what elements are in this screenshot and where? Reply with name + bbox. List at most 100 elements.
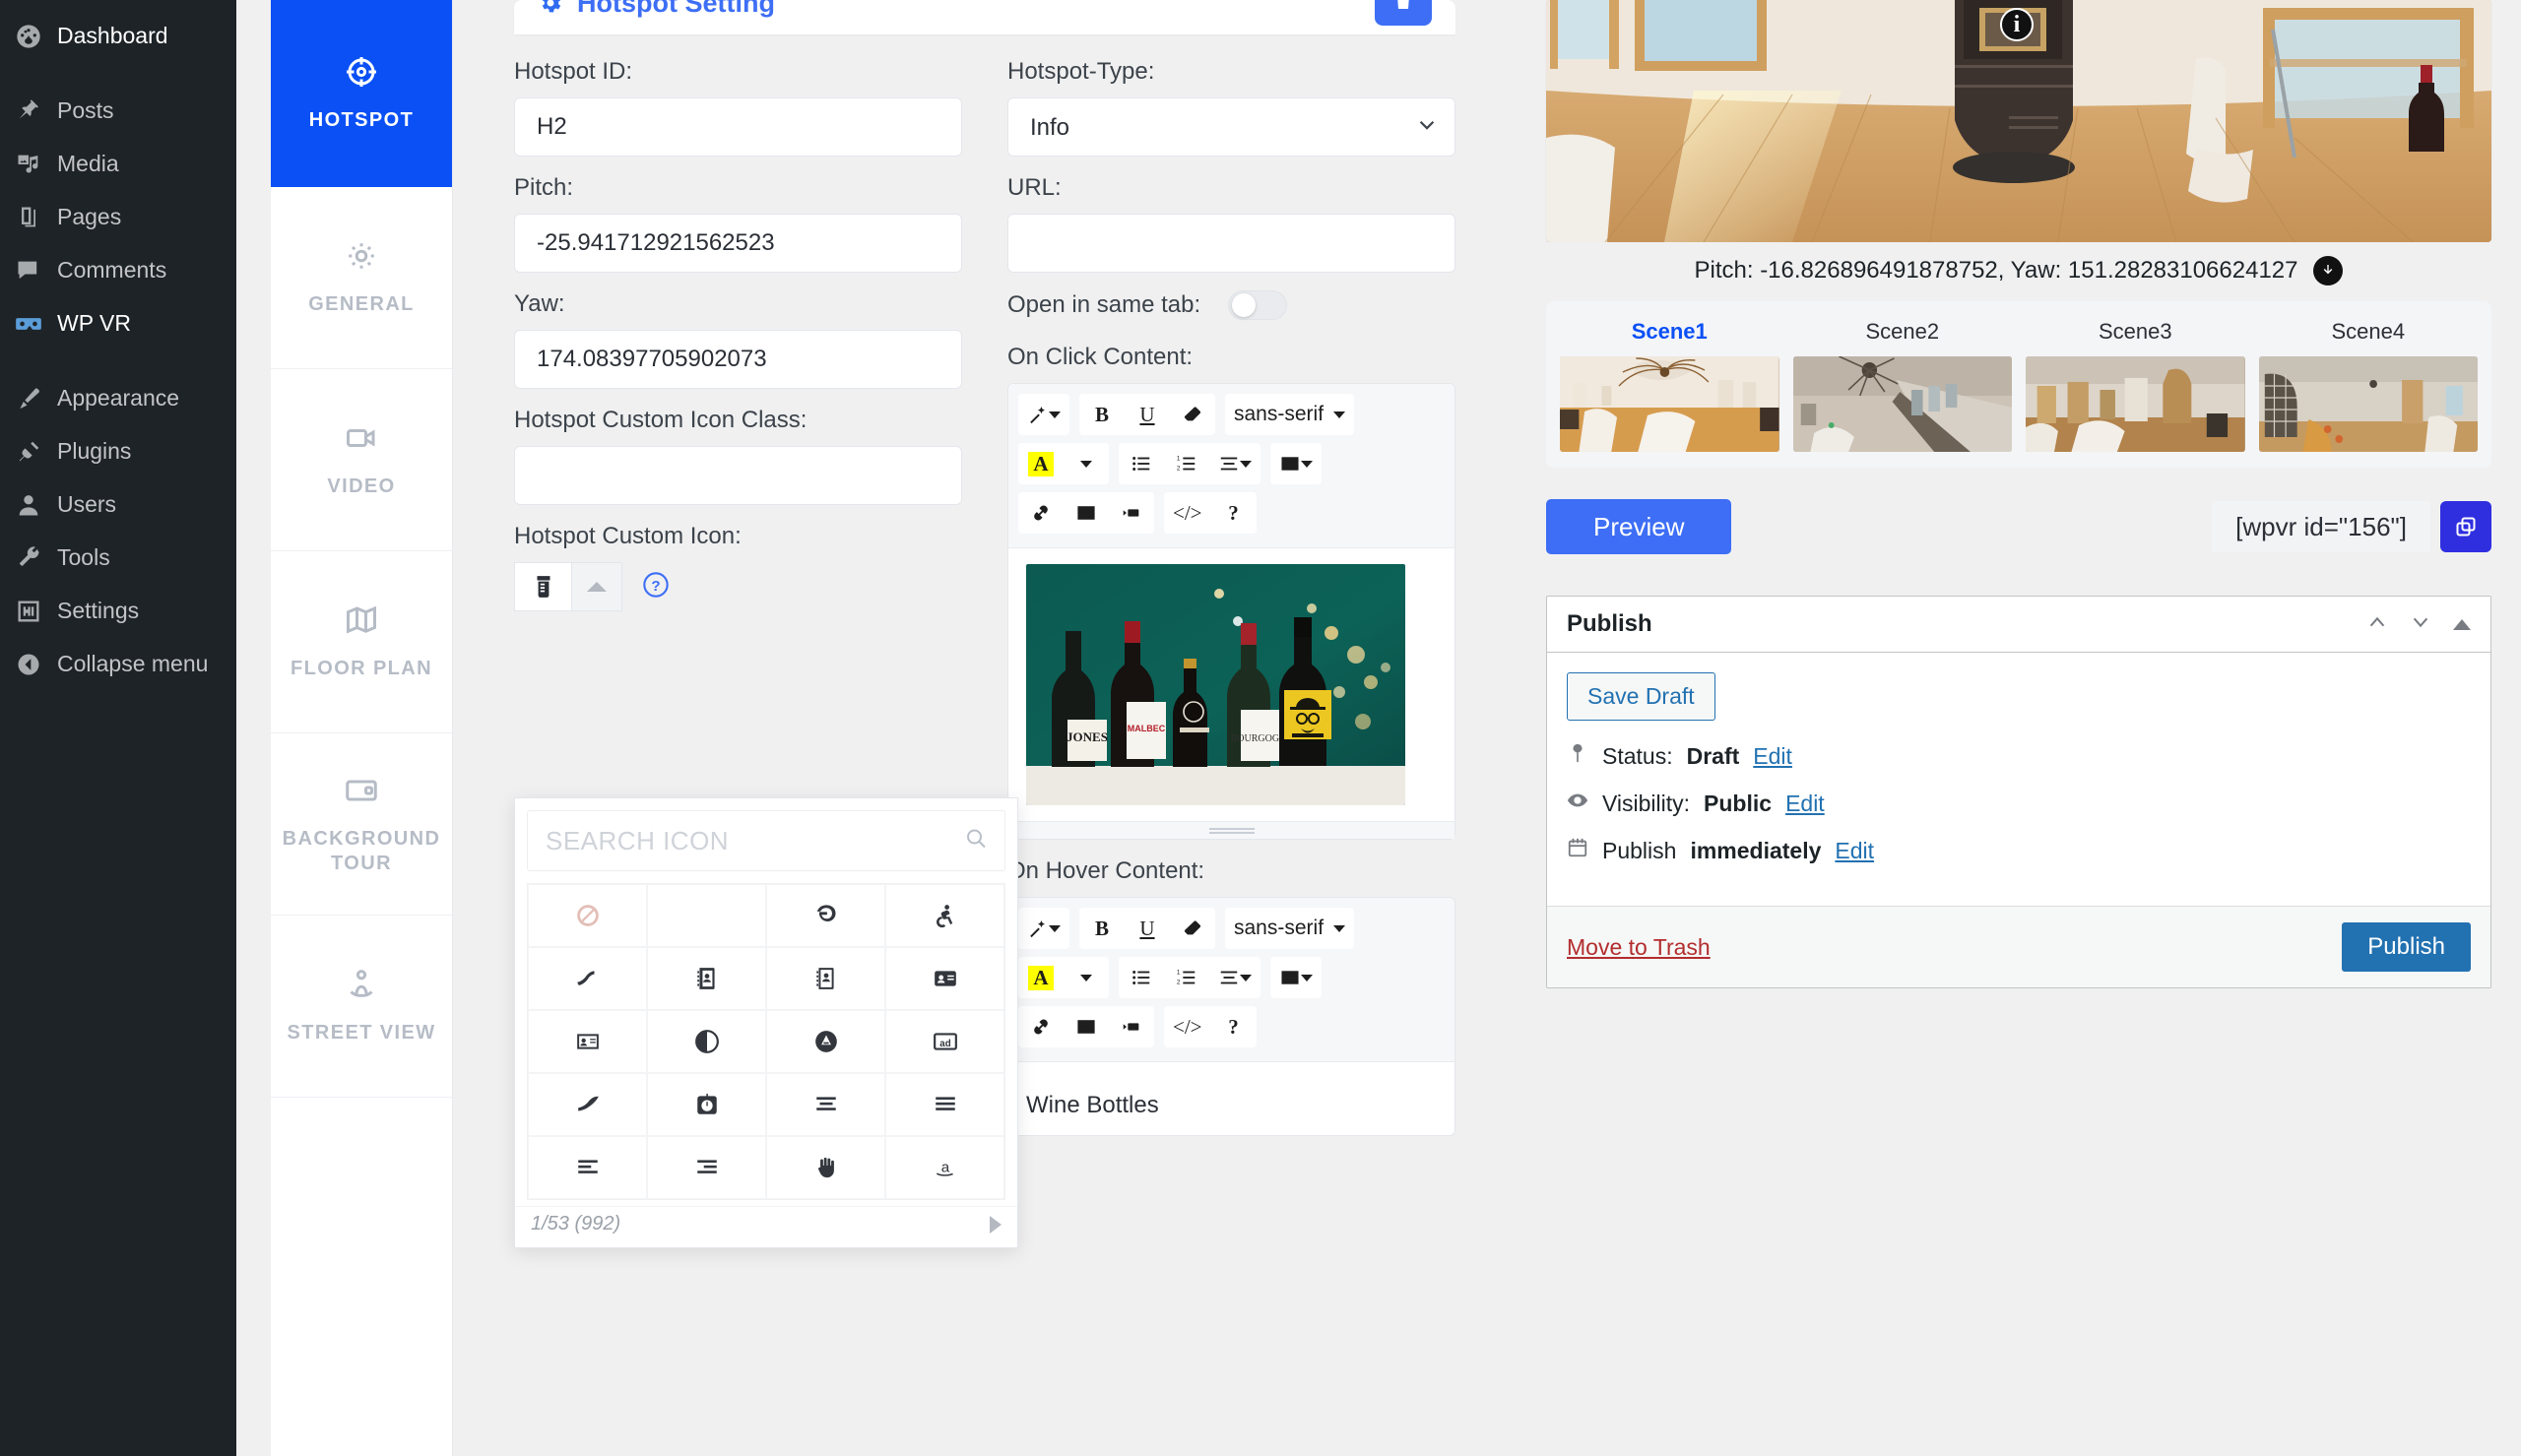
- yaw-input[interactable]: [514, 330, 962, 389]
- icon-cell-accusoft[interactable]: [528, 947, 647, 1010]
- tab-general[interactable]: GENERAL: [271, 187, 452, 369]
- scene-item-2[interactable]: Scene2: [1792, 319, 2012, 452]
- video-icon[interactable]: [1109, 1006, 1154, 1047]
- sidebar-item-collapse-menu[interactable]: Collapse menu: [0, 638, 236, 691]
- custom-icon-class-input[interactable]: [514, 446, 962, 505]
- preview-button[interactable]: Preview: [1546, 499, 1732, 554]
- selected-icon-button[interactable]: [514, 562, 571, 611]
- icon-cell-ban[interactable]: [528, 884, 647, 947]
- icon-cell-blank[interactable]: [647, 884, 766, 947]
- sidebar-item-settings[interactable]: Settings: [0, 585, 236, 638]
- move-to-trash-link[interactable]: Move to Trash: [1567, 934, 1711, 961]
- tab-street-view[interactable]: STREET VIEW: [271, 916, 452, 1098]
- align-icon[interactable]: [1209, 443, 1260, 484]
- bullet-list-icon[interactable]: [1119, 443, 1164, 484]
- eraser-icon[interactable]: [1170, 394, 1215, 435]
- save-draft-button[interactable]: Save Draft: [1567, 672, 1715, 721]
- scene-thumbnail[interactable]: [2258, 356, 2478, 452]
- table-icon[interactable]: [1270, 957, 1322, 998]
- numbered-list-icon[interactable]: 12: [1164, 443, 1209, 484]
- icon-cell-address-book-outline[interactable]: [766, 947, 885, 1010]
- sidebar-item-pages[interactable]: Pages: [0, 191, 236, 244]
- on-click-editor-resize-handle[interactable]: [1008, 821, 1454, 839]
- icon-search-input[interactable]: [527, 810, 1005, 871]
- icon-cell-align-right[interactable]: [647, 1136, 766, 1199]
- icon-cell-amazon[interactable]: a: [885, 1136, 1004, 1199]
- link-icon[interactable]: [1018, 492, 1064, 534]
- numbered-list-icon[interactable]: 12: [1164, 957, 1209, 998]
- scene-item-1[interactable]: Scene1: [1560, 319, 1779, 452]
- text-color-dropdown[interactable]: [1064, 443, 1109, 484]
- icon-cell-align-left[interactable]: [528, 1136, 647, 1199]
- icon-cell-adjust[interactable]: [647, 1010, 766, 1073]
- icon-picker-toggle[interactable]: [571, 562, 622, 611]
- url-input[interactable]: [1007, 214, 1455, 273]
- sidebar-item-plugins[interactable]: Plugins: [0, 425, 236, 478]
- image-icon[interactable]: [1064, 492, 1109, 534]
- help-button[interactable]: ?: [1210, 492, 1257, 534]
- scene-item-3[interactable]: Scene3: [2026, 319, 2245, 452]
- text-color-dropdown[interactable]: [1064, 957, 1109, 998]
- image-icon[interactable]: [1064, 1006, 1109, 1047]
- text-color-button[interactable]: A: [1018, 957, 1064, 998]
- bullet-list-icon[interactable]: [1119, 957, 1164, 998]
- scene-thumbnail[interactable]: [2026, 356, 2245, 452]
- bold-button[interactable]: B: [1079, 394, 1125, 435]
- sidebar-item-tools[interactable]: Tools: [0, 532, 236, 585]
- on-click-content-body[interactable]: JONES MALBEC BOURGOGNE: [1008, 548, 1454, 821]
- align-icon[interactable]: [1209, 957, 1260, 998]
- icon-cell-accessible[interactable]: [885, 884, 1004, 947]
- tab-hotspot[interactable]: HOTSPOT: [271, 0, 452, 187]
- scene-thumbnail[interactable]: [1560, 356, 1779, 452]
- panorama-viewer[interactable]: i: [1546, 0, 2491, 242]
- font-family-select[interactable]: sans-serif: [1225, 394, 1355, 435]
- sidebar-item-media[interactable]: Media: [0, 138, 236, 191]
- sidebar-item-appearance[interactable]: Appearance: [0, 372, 236, 425]
- font-family-select[interactable]: sans-serif: [1225, 908, 1355, 949]
- hotspot-type-select[interactable]: Info: [1007, 97, 1455, 157]
- copy-shortcode-button[interactable]: [2440, 501, 2491, 552]
- tab-floor-plan[interactable]: FLOOR PLAN: [271, 551, 452, 733]
- icon-cell-allergies[interactable]: [766, 1136, 885, 1199]
- icon-cell-align-justify[interactable]: [885, 1073, 1004, 1136]
- icon-cell-alarm-clock[interactable]: [647, 1073, 766, 1136]
- icon-cell-address-book[interactable]: [647, 947, 766, 1010]
- table-icon[interactable]: [1270, 443, 1322, 484]
- underline-button[interactable]: U: [1125, 908, 1170, 949]
- sidebar-item-dashboard[interactable]: Dashboard: [0, 10, 236, 63]
- info-marker-icon[interactable]: i: [2000, 8, 2034, 41]
- icon-cell-address-card[interactable]: [885, 947, 1004, 1010]
- delete-hotspot-button[interactable]: [1375, 0, 1432, 26]
- scene-thumbnail[interactable]: [1792, 356, 2012, 452]
- code-button[interactable]: </>: [1164, 1006, 1211, 1047]
- icon-cell-500px[interactable]: [766, 884, 885, 947]
- download-icon[interactable]: [2313, 256, 2344, 285]
- scene-item-4[interactable]: Scene4: [2258, 319, 2478, 452]
- icon-cell-address-card-outline[interactable]: [528, 1010, 647, 1073]
- hotspot-id-input[interactable]: [514, 97, 962, 157]
- publish-edit-link[interactable]: Edit: [1835, 838, 1874, 864]
- icon-cell-adversal[interactable]: [766, 1010, 885, 1073]
- on-hover-content-body[interactable]: Wine Bottles: [1008, 1062, 1454, 1135]
- text-color-button[interactable]: A: [1018, 443, 1064, 484]
- sidebar-item-comments[interactable]: Comments: [0, 244, 236, 297]
- visibility-edit-link[interactable]: Edit: [1785, 791, 1825, 817]
- icon-cell-align-center[interactable]: [766, 1073, 885, 1136]
- sidebar-item-users[interactable]: Users: [0, 478, 236, 532]
- icon-cell-ad[interactable]: ad: [885, 1010, 1004, 1073]
- link-icon[interactable]: [1018, 1006, 1064, 1047]
- tab-background-tour[interactable]: BACKGROUND TOUR: [271, 733, 452, 916]
- toggle-panel-icon[interactable]: [2453, 618, 2471, 630]
- help-button[interactable]: ?: [1210, 1006, 1257, 1047]
- tab-video[interactable]: VIDEO: [271, 369, 452, 551]
- code-button[interactable]: </>: [1164, 492, 1211, 534]
- bold-button[interactable]: B: [1079, 908, 1125, 949]
- eraser-icon[interactable]: [1170, 908, 1215, 949]
- video-icon[interactable]: [1109, 492, 1154, 534]
- icon-cell-affiliatetheme[interactable]: [528, 1073, 647, 1136]
- pitch-input[interactable]: [514, 214, 962, 273]
- icon-help-button[interactable]: ?: [642, 571, 670, 603]
- sidebar-item-wp-vr[interactable]: WP VR: [0, 297, 236, 350]
- magic-wand-icon[interactable]: [1018, 908, 1069, 949]
- move-down-icon[interactable]: [2410, 611, 2431, 638]
